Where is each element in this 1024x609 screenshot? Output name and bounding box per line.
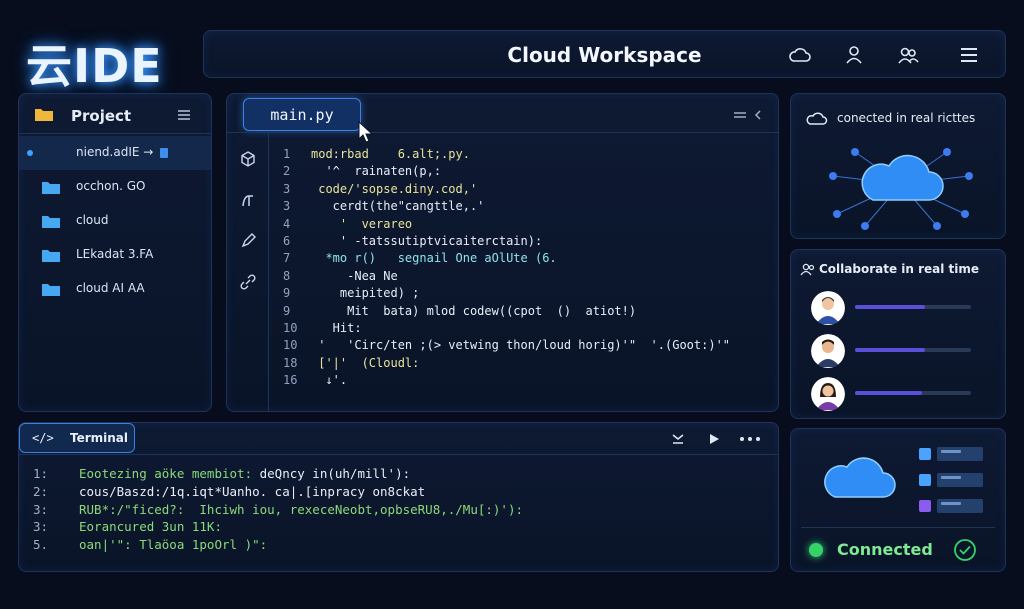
folder-icon (42, 284, 60, 296)
terminal-line: 3: Eorancured 3un 11K: (33, 519, 222, 535)
project-item-label: cloud AI AA (76, 281, 145, 295)
project-item-label: LEkadat 3.FA (76, 247, 154, 261)
user-activity-bar (855, 348, 971, 352)
code-line: 2 '^ rainaten(p,: (283, 164, 442, 179)
users-icon (800, 263, 815, 276)
project-item-label: niend.adIE → (76, 145, 154, 159)
terminal-line: 3: RUB*:/"ficed?: Ihciwh iou, rexeceNeobt… (33, 501, 524, 517)
user-activity-fill (855, 305, 925, 309)
server-rack (919, 499, 985, 513)
folder-icon (42, 250, 60, 262)
user-activity-fill (855, 391, 923, 395)
more-icon[interactable] (739, 432, 761, 446)
editor-tool-gutter (227, 133, 269, 412)
project-title: Project (71, 107, 132, 125)
code-area[interactable]: 1 mod:rbad 6.alt;.py. 2 '^ rainaten(p,: 3… (283, 146, 773, 389)
code-line: 9 meipited) ; (283, 286, 420, 301)
check-circle-icon (954, 539, 976, 561)
realtime-connection-panel: conected in real ricttes (790, 93, 1006, 239)
terminal-tab-label: Terminal (70, 431, 129, 445)
header-bar: Cloud Workspace (203, 30, 1006, 78)
project-item-label: cloud (76, 213, 109, 227)
mouse-cursor-icon (358, 120, 374, 143)
code-line: 3 code/'sopse.diny.cod,' (283, 181, 478, 196)
code-editor: main.py 1 mod:rbad 6.alt;.py. 2 '^ rainat… (226, 93, 779, 412)
app-logo: 云IDE (26, 39, 163, 93)
avatar[interactable] (811, 291, 845, 325)
cloud-icon (824, 457, 896, 498)
code-line: 16 ↓'. (283, 373, 348, 388)
editor-options-icon[interactable] (732, 108, 766, 122)
terminal-output[interactable]: 1: Eootezing aöke membiot: deQncy in(uh/m… (33, 465, 773, 554)
play-icon[interactable] (707, 432, 721, 446)
collaborate-panel: Collaborate in real time (790, 249, 1006, 419)
server-rack (919, 473, 985, 487)
folder-icon (35, 109, 53, 121)
terminal-line: 1: Eootezing aöke membiot: deQncy in(uh/m… (33, 466, 411, 481)
editor-divider (227, 132, 778, 133)
folder-icon (42, 216, 60, 228)
connection-title: conected in real ricttes (837, 111, 976, 125)
terminal-divider (19, 454, 778, 455)
project-menu-icon[interactable] (177, 109, 191, 121)
code-line: 1 mod:rbad 6.alt;.py. (283, 147, 470, 161)
cube-icon[interactable] (239, 150, 257, 168)
code-line: 8 -Nea Ne (283, 268, 398, 283)
avatar[interactable] (811, 334, 845, 368)
project-item[interactable]: LEkadat 3.FA (19, 238, 211, 272)
code-line: 10 ' 'Circ/ten ;(> vetwing thon/loud hor… (283, 338, 731, 353)
cloud-icon[interactable] (788, 44, 812, 66)
users-icon[interactable] (896, 44, 920, 66)
menu-icon[interactable] (957, 44, 981, 66)
link-icon[interactable] (239, 273, 257, 291)
code-line: 3 cerdt(the"cangttle,.' (283, 199, 485, 214)
status-divider (801, 527, 995, 528)
connection-status-panel: Connected (790, 428, 1006, 572)
code-line: 18 ['|' (Cloudl: (283, 355, 420, 370)
project-item[interactable]: occhon. GO (19, 170, 211, 204)
terminal-panel: </> Terminal 1: Eootezing aöke membiot: d… (18, 422, 779, 572)
tab-label: main.py (270, 106, 334, 124)
active-dot (27, 150, 33, 156)
code-line: 9 Mit bata) mlod codew((cpot () atiot!) (283, 303, 637, 318)
code-line: 4 ' verareo (283, 216, 413, 231)
terminal-line: 5. oan|'": Tlaöoa 1poOrl )": (33, 537, 268, 553)
collaborate-title: Collaborate in real time (819, 262, 980, 276)
file-icon (160, 148, 168, 158)
cloud-network-graphic (829, 148, 973, 230)
pen-icon[interactable] (239, 232, 257, 250)
user-activity-bar (855, 305, 971, 309)
code-line: 10 Hit: (283, 320, 362, 335)
tab-main-py[interactable]: main.py (243, 98, 361, 131)
user-activity-bar (855, 391, 971, 395)
code-line: 7 *mo r() segnail One aOlUte (6. (283, 251, 557, 266)
curve-icon[interactable] (239, 191, 257, 209)
project-item[interactable]: cloud (19, 204, 211, 238)
project-header: Project (19, 94, 211, 134)
project-item-label: occhon. GO (76, 179, 146, 193)
status-dot (809, 543, 823, 557)
project-item[interactable]: cloud AI AA (19, 272, 211, 306)
project-sidebar: Project niend.adIE → occhon. GO cloud LE… (18, 93, 212, 412)
page-title: Cloud Workspace (507, 43, 702, 67)
tab-terminal[interactable]: </> Terminal (19, 423, 135, 453)
server-rack (919, 447, 985, 461)
code-icon: </> (32, 431, 54, 445)
terminal-line: 2: cous/Baszd:/1q.iqt*Uanho. ca|.[inpracy… (33, 483, 426, 499)
collapse-icon[interactable] (671, 432, 685, 446)
user-activity-fill (855, 348, 925, 352)
user-icon[interactable] (842, 44, 866, 66)
avatar[interactable] (811, 377, 845, 411)
cloud-icon (806, 112, 828, 125)
folder-icon (42, 182, 60, 194)
project-item[interactable]: niend.adIE → (19, 136, 211, 170)
status-label: Connected (837, 540, 933, 559)
code-line: 6 ' -tatssutiptvicaiterctain): (283, 233, 543, 248)
